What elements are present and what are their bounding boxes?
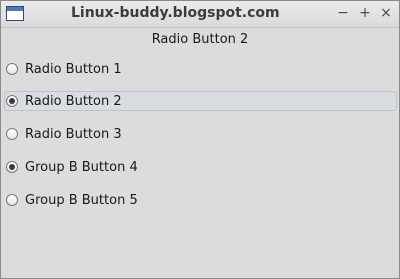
- radio-indicator[interactable]: [6, 161, 18, 173]
- radio-button-group-b-5[interactable]: Group B Button 5: [4, 190, 397, 210]
- maximize-icon[interactable]: +: [356, 4, 374, 22]
- radio-indicator[interactable]: [6, 194, 18, 206]
- radio-button-2[interactable]: Radio Button 2: [4, 91, 397, 111]
- radio-label: Group B Button 4: [25, 159, 138, 175]
- radio-label: Group B Button 5: [25, 192, 138, 208]
- radio-label: Radio Button 1: [25, 61, 122, 77]
- radio-label: Radio Button 3: [25, 126, 122, 142]
- app-window: Linux-buddy.blogspot.com − + × Radio But…: [0, 0, 400, 279]
- close-icon[interactable]: ×: [377, 4, 395, 22]
- radio-button-3[interactable]: Radio Button 3: [4, 124, 397, 144]
- app-window-icon: [6, 6, 24, 21]
- title-bar[interactable]: Linux-buddy.blogspot.com − + ×: [1, 1, 399, 28]
- radio-label: Radio Button 2: [25, 93, 122, 109]
- radio-indicator[interactable]: [6, 128, 18, 140]
- selected-radio-label: Radio Button 2: [151, 32, 249, 47]
- window-content: Radio Button 2 Radio Button 1 Radio Butt…: [1, 28, 399, 278]
- window-title: Linux-buddy.blogspot.com: [71, 5, 280, 21]
- radio-button-1[interactable]: Radio Button 1: [4, 59, 397, 79]
- radio-indicator[interactable]: [6, 95, 18, 107]
- minimize-icon[interactable]: −: [334, 4, 352, 22]
- radio-button-group-b-4[interactable]: Group B Button 4: [4, 157, 397, 177]
- radio-indicator[interactable]: [6, 63, 18, 75]
